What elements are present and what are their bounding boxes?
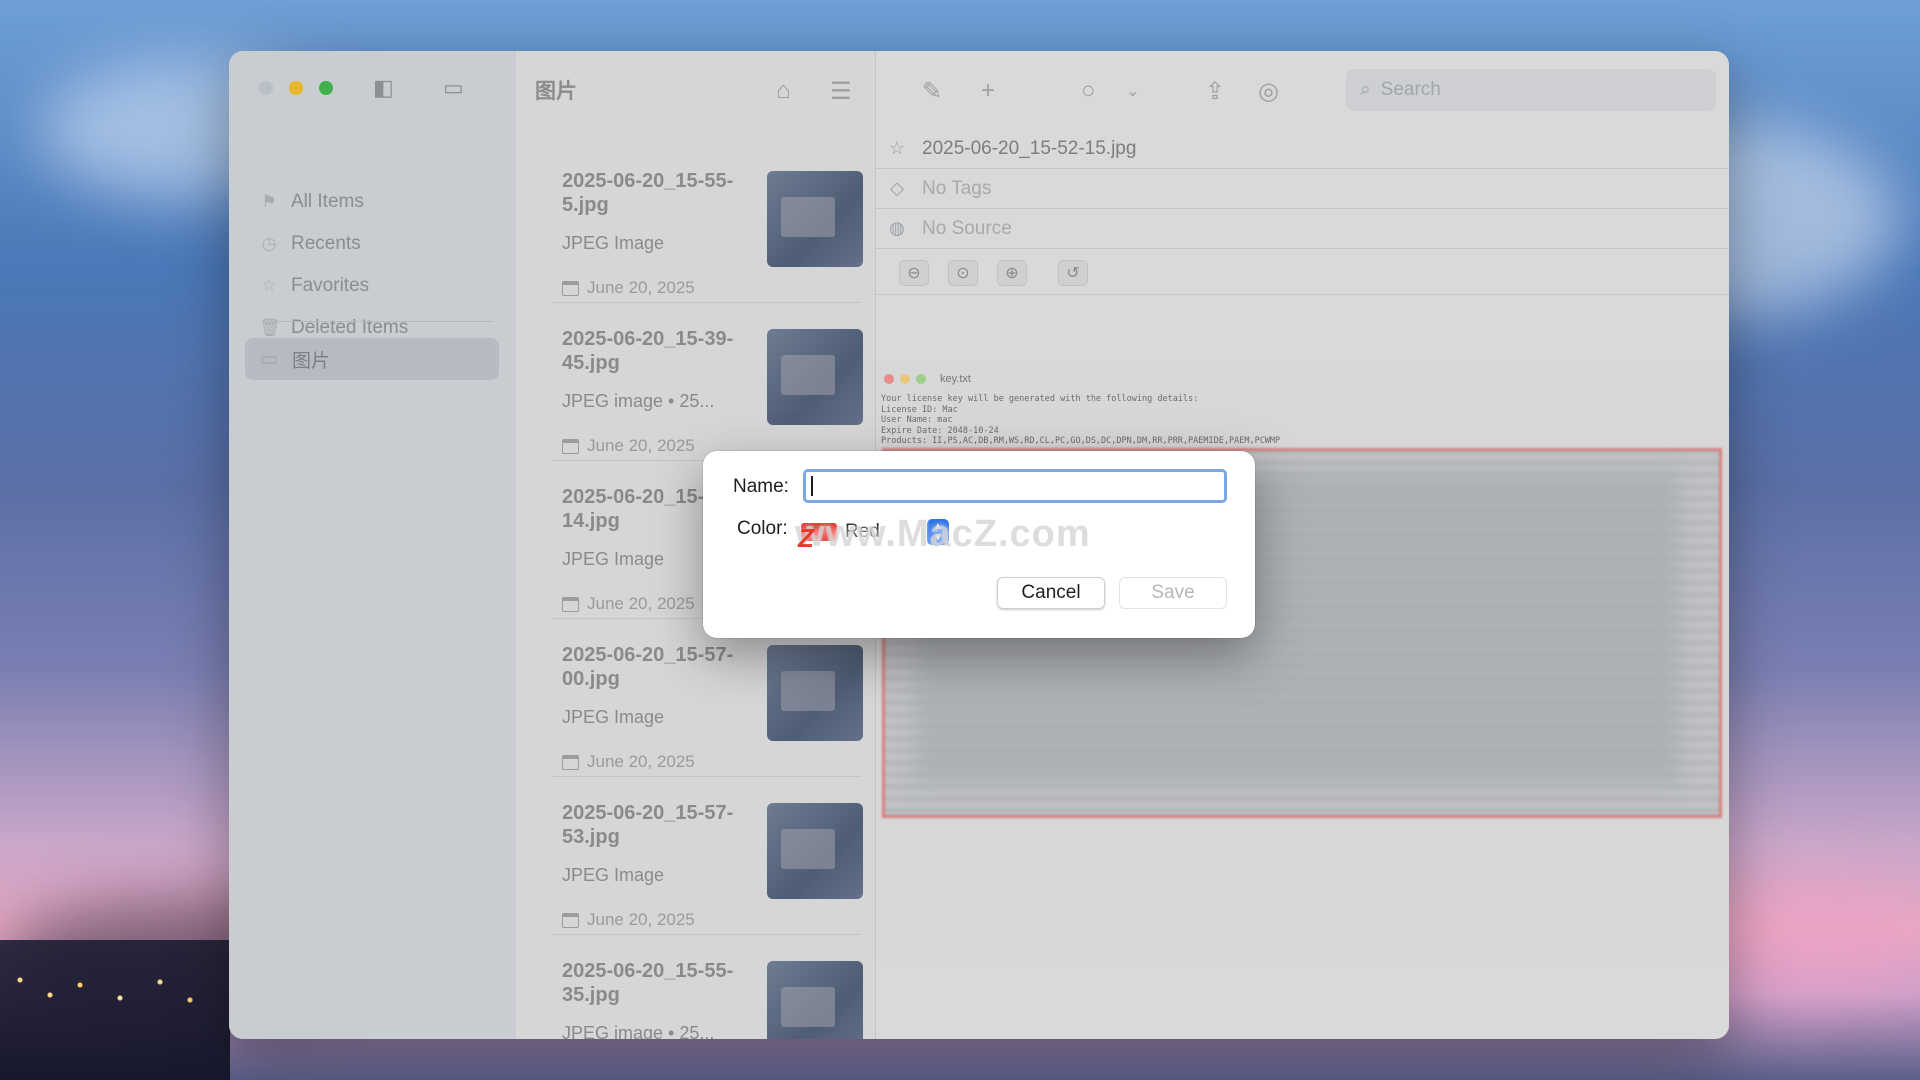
color-select[interactable]: Red ▲ ▼ bbox=[801, 517, 957, 547]
sidebar: ◧ ▭ ⚑ All Items ◷ Recents ☆ Favorites 🗑 … bbox=[229, 51, 516, 1039]
sidebar-toggle-icon[interactable]: ▭ bbox=[443, 76, 464, 100]
zoom-actual-icon[interactable]: ⊙ bbox=[948, 260, 978, 286]
tags-text: No Tags bbox=[922, 177, 992, 199]
color-swatch bbox=[801, 523, 837, 541]
calendar-icon bbox=[562, 912, 579, 928]
window-minimize-button[interactable] bbox=[289, 81, 303, 95]
new-tag-dialog: Name: Color: Red ▲ ▼ www.MacZ.com Z Cance… bbox=[703, 451, 1255, 638]
name-input[interactable] bbox=[803, 469, 1227, 503]
zoom-in-icon[interactable]: ⊕ bbox=[997, 260, 1027, 286]
cancel-button[interactable]: Cancel bbox=[997, 577, 1105, 609]
sidebar-folder-images[interactable]: ▭ 图片 bbox=[245, 338, 499, 380]
item-thumbnail bbox=[767, 645, 863, 741]
item-thumbnail bbox=[767, 329, 863, 425]
filename-row: ☆ 2025-06-20_15-52-15.jpg bbox=[876, 129, 1729, 169]
color-select-value: Red bbox=[845, 521, 880, 542]
sidebar-item-label: Recents bbox=[291, 233, 361, 254]
source-row[interactable]: ◍ No Source bbox=[876, 209, 1729, 249]
folder-icon: ▭ bbox=[260, 348, 278, 370]
preview-text: Your license key will be generated with … bbox=[881, 394, 1281, 446]
color-label: Color: bbox=[737, 518, 788, 539]
chevron-updown-icon[interactable]: ▲ ▼ bbox=[927, 519, 949, 545]
item-name: 2025-06-20_15-39-45.jpg bbox=[562, 328, 734, 374]
preview-window-bar: key.txt bbox=[876, 366, 1729, 392]
wallpaper-city-lights bbox=[10, 970, 210, 1010]
preview-window-title: key.txt bbox=[940, 373, 971, 385]
item-thumbnail bbox=[767, 171, 863, 267]
split-view-icon[interactable]: ◧ bbox=[373, 76, 394, 100]
item-date: June 20, 2025 bbox=[562, 752, 695, 772]
sidebar-item-favorites[interactable]: ☆ Favorites bbox=[259, 271, 369, 301]
star-icon: ☆ bbox=[261, 276, 277, 295]
sidebar-item-recents[interactable]: ◷ Recents bbox=[259, 229, 361, 259]
text-caret bbox=[811, 476, 813, 496]
compose-icon[interactable]: ✎ bbox=[922, 77, 942, 106]
list-item[interactable]: 2025-06-20_15-39-45.jpg JPEG image • 25.… bbox=[551, 303, 863, 461]
list-item[interactable]: 2025-06-20_15-55-5.jpg JPEG Image June 2… bbox=[551, 145, 863, 303]
item-date: June 20, 2025 bbox=[562, 436, 695, 456]
color-circle-icon[interactable]: ○ bbox=[1081, 77, 1096, 105]
item-date: June 20, 2025 bbox=[562, 278, 695, 298]
item-type: JPEG image • 25... bbox=[562, 391, 715, 411]
tags-row[interactable]: ◇ No Tags bbox=[876, 169, 1729, 209]
sidebar-item-label: All Items bbox=[291, 191, 364, 212]
tag-icon[interactable]: ⌂ bbox=[776, 77, 791, 105]
save-button[interactable]: Save bbox=[1119, 577, 1227, 609]
all-items-icon: ⚑ bbox=[261, 192, 277, 211]
item-name: 2025-06-20_15-57-00.jpg bbox=[562, 644, 734, 690]
item-type: JPEG Image bbox=[562, 707, 665, 727]
item-type: JPEG Image bbox=[562, 233, 665, 253]
filename-text[interactable]: 2025-06-20_15-52-15.jpg bbox=[922, 138, 1136, 160]
chevron-down-icon[interactable]: ⌄ bbox=[1126, 81, 1139, 101]
calendar-icon bbox=[562, 438, 579, 454]
zoom-toolbar: ⊖ ⊙ ⊕ ↺ bbox=[876, 252, 1729, 295]
wallpaper-city bbox=[0, 940, 230, 1080]
globe-icon: ◍ bbox=[889, 218, 905, 238]
search-field[interactable]: ⌕ Search bbox=[1346, 69, 1716, 111]
item-thumbnail bbox=[767, 961, 863, 1039]
collaborate-icon[interactable]: ◎ bbox=[1258, 77, 1279, 106]
search-placeholder: Search bbox=[1380, 79, 1441, 100]
sidebar-divider bbox=[264, 321, 494, 322]
rotate-icon[interactable]: ↺ bbox=[1058, 260, 1088, 286]
item-date: June 20, 2025 bbox=[562, 910, 695, 930]
search-icon: ⌕ bbox=[1360, 79, 1371, 100]
item-name: 2025-06-20_15-55-35.jpg bbox=[562, 960, 734, 1006]
add-icon[interactable]: + bbox=[981, 77, 995, 105]
star-icon[interactable]: ☆ bbox=[886, 138, 908, 159]
list-view-icon[interactable]: ☰ bbox=[830, 77, 852, 106]
calendar-icon bbox=[562, 596, 579, 612]
calendar-icon bbox=[562, 280, 579, 296]
sidebar-folder-label: 图片 bbox=[291, 350, 330, 372]
calendar-icon bbox=[562, 754, 579, 770]
window-close-button[interactable] bbox=[259, 81, 273, 95]
item-type: JPEG Image bbox=[562, 865, 665, 885]
item-date: June 20, 2025 bbox=[562, 594, 695, 614]
item-thumbnail bbox=[767, 803, 863, 899]
zoom-out-icon[interactable]: ⊖ bbox=[899, 260, 929, 286]
list-item[interactable]: 2025-06-20_15-57-53.jpg JPEG Image June … bbox=[551, 777, 863, 935]
tag-icon: ◇ bbox=[890, 178, 904, 198]
source-text: No Source bbox=[922, 217, 1012, 239]
list-item[interactable]: 2025-06-20_15-57-00.jpg JPEG Image June … bbox=[551, 619, 863, 777]
item-name: 2025-06-20_15-55-5.jpg bbox=[562, 170, 734, 216]
item-name: 2025-06-20_15-57-53.jpg bbox=[562, 802, 734, 848]
sidebar-item-label: Favorites bbox=[291, 275, 370, 296]
sidebar-item-all-items[interactable]: ⚑ All Items bbox=[259, 187, 364, 217]
list-item[interactable]: 2025-06-20_15-55-35.jpg JPEG image • 25.… bbox=[551, 935, 863, 1039]
window-zoom-button[interactable] bbox=[319, 81, 333, 95]
name-label: Name: bbox=[733, 476, 789, 497]
clock-icon: ◷ bbox=[261, 234, 277, 253]
item-type: JPEG image • 25... bbox=[562, 1023, 715, 1039]
list-title: 图片 bbox=[535, 80, 577, 103]
share-icon[interactable]: ⇪ bbox=[1205, 77, 1225, 106]
item-type: JPEG Image bbox=[562, 549, 665, 569]
